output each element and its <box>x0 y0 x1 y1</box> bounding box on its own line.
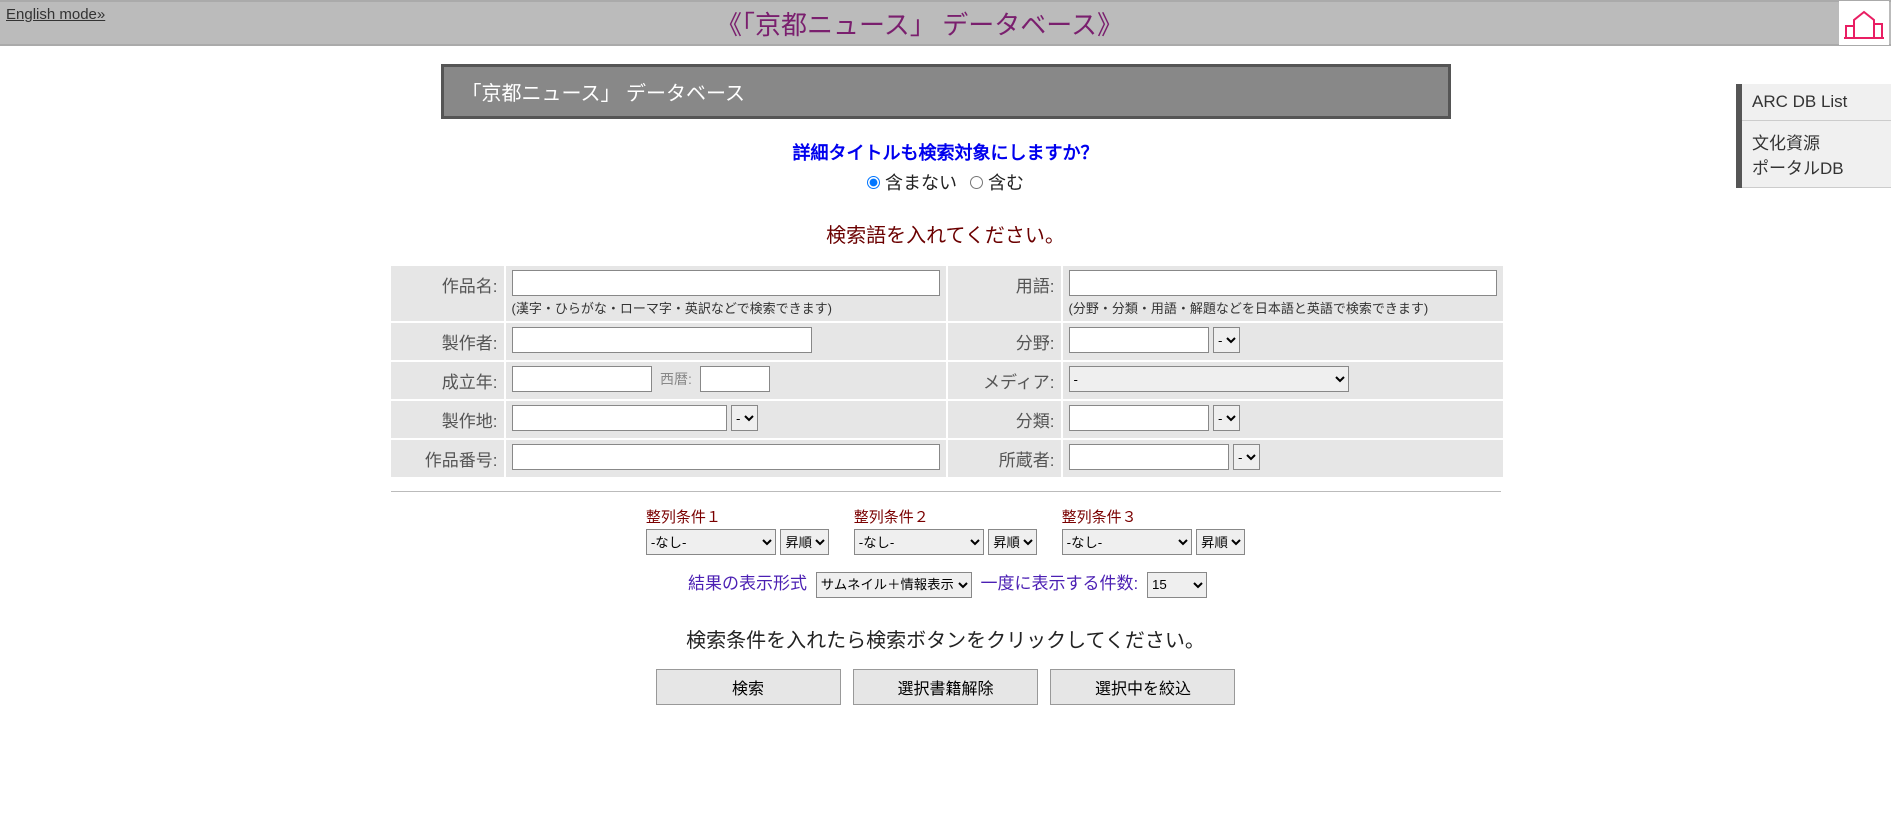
cell-maker <box>506 323 946 360</box>
label-place: 製作地: <box>391 401 504 438</box>
cell-place: - <box>506 401 946 438</box>
radio-include-text: 含む <box>988 173 1024 193</box>
label-workno: 作品番号: <box>391 440 504 477</box>
display-format-select[interactable]: サムネイル＋情報表示 <box>816 572 972 598</box>
select-media[interactable]: - <box>1069 366 1349 392</box>
input-owner[interactable] <box>1069 444 1229 470</box>
detail-title-radio-group: 含まない 含む <box>381 169 1511 195</box>
display-count-select[interactable]: 15 <box>1147 572 1207 598</box>
cell-field: - <box>1063 323 1503 360</box>
search-instruction: 検索条件を入れたら検索ボタンをクリックしてください。 <box>381 624 1511 653</box>
input-maker[interactable] <box>512 327 812 353</box>
input-field[interactable] <box>1069 327 1209 353</box>
input-year-ad[interactable] <box>700 366 770 392</box>
input-term[interactable] <box>1069 270 1497 296</box>
cell-year: 西暦: <box>506 362 946 399</box>
order-select-1[interactable]: 昇順 <box>780 529 829 555</box>
radio-exclude-label[interactable]: 含まない <box>867 173 957 193</box>
label-owner: 所蔵者: <box>948 440 1061 477</box>
sidemenu-portal-db[interactable]: 文化資源 ポータルDB <box>1742 121 1891 188</box>
separator <box>391 491 1501 492</box>
clear-selection-button[interactable]: 選択書籍解除 <box>853 669 1038 705</box>
label-title: 作品名: <box>391 266 504 321</box>
side-menu: ARC DB List 文化資源 ポータルDB <box>1736 84 1891 188</box>
search-form-grid: 作品名: (漢字・ひらがな・ローマ字・英訳などで検索できます) 用語: (分野・… <box>391 266 1501 477</box>
enter-search-prompt: 検索語を入れてください。 <box>381 219 1511 248</box>
logo-box <box>1839 1 1889 45</box>
english-mode-link[interactable]: English mode» <box>6 6 105 24</box>
label-class: 分類: <box>948 401 1061 438</box>
input-workno[interactable] <box>512 444 940 470</box>
sort-block-3: 整列条件３ -なし- 昇順 <box>1062 506 1245 555</box>
select-class[interactable]: - <box>1213 405 1240 431</box>
order-select-3[interactable]: 昇順 <box>1196 529 1245 555</box>
sort-label-1: 整列条件１ <box>646 506 829 527</box>
detail-title-prompt: 詳細タイトルも検索対象にしますか？ <box>381 139 1511 165</box>
cell-title: (漢字・ひらがな・ローマ字・英訳などで検索できます) <box>506 266 946 321</box>
sub-banner: 「京都ニュース」 データベース <box>441 64 1451 119</box>
input-place[interactable] <box>512 405 727 431</box>
arc-logo-icon <box>1844 6 1884 40</box>
cell-owner: - <box>1063 440 1503 477</box>
refine-selection-button[interactable]: 選択中を絞込 <box>1050 669 1235 705</box>
sort-block-1: 整列条件１ -なし- 昇順 <box>646 506 829 555</box>
radio-include-label[interactable]: 含む <box>970 173 1024 193</box>
radio-exclude[interactable] <box>867 176 880 189</box>
page-title: 《「京都ニュース」 データベース》 <box>0 5 1839 42</box>
sort-select-1[interactable]: -なし- <box>646 529 776 555</box>
button-row: 検索 選択書籍解除 選択中を絞込 <box>381 669 1511 705</box>
cell-media: - <box>1063 362 1503 399</box>
cell-workno <box>506 440 946 477</box>
label-maker: 製作者: <box>391 323 504 360</box>
label-field: 分野: <box>948 323 1061 360</box>
display-row: 結果の表示形式 サムネイル＋情報表示 一度に表示する件数: 15 <box>381 569 1511 598</box>
hint-title: (漢字・ひらがな・ローマ字・英訳などで検索できます) <box>512 298 940 317</box>
input-title[interactable] <box>512 270 940 296</box>
hint-term: (分野・分類・用語・解題などを日本語と英語で検索できます) <box>1069 298 1497 317</box>
select-place[interactable]: - <box>731 405 758 431</box>
input-year-jp[interactable] <box>512 366 652 392</box>
sort-row: 整列条件１ -なし- 昇順 整列条件２ -なし- 昇順 整列条件３ -なし- 昇… <box>381 506 1511 555</box>
input-class[interactable] <box>1069 405 1209 431</box>
sort-block-2: 整列条件２ -なし- 昇順 <box>854 506 1037 555</box>
label-media: メディア: <box>948 362 1061 399</box>
radio-exclude-text: 含まない <box>885 173 957 193</box>
search-button[interactable]: 検索 <box>656 669 841 705</box>
display-format-label: 結果の表示形式 <box>688 574 807 593</box>
cell-class: - <box>1063 401 1503 438</box>
select-field[interactable]: - <box>1213 327 1240 353</box>
radio-include[interactable] <box>970 176 983 189</box>
sort-select-2[interactable]: -なし- <box>854 529 984 555</box>
sort-label-3: 整列条件３ <box>1062 506 1245 527</box>
label-term: 用語: <box>948 266 1061 321</box>
sidemenu-arc-db-list[interactable]: ARC DB List <box>1742 84 1891 121</box>
header-bar: English mode» 《「京都ニュース」 データベース》 <box>0 0 1891 46</box>
sort-select-3[interactable]: -なし- <box>1062 529 1192 555</box>
label-year: 成立年: <box>391 362 504 399</box>
sort-label-2: 整列条件２ <box>854 506 1037 527</box>
display-count-label: 一度に表示する件数: <box>981 574 1139 593</box>
select-owner[interactable]: - <box>1233 444 1260 470</box>
label-year-ad: 西暦: <box>660 371 692 387</box>
cell-term: (分野・分類・用語・解題などを日本語と英語で検索できます) <box>1063 266 1503 321</box>
order-select-2[interactable]: 昇順 <box>988 529 1037 555</box>
